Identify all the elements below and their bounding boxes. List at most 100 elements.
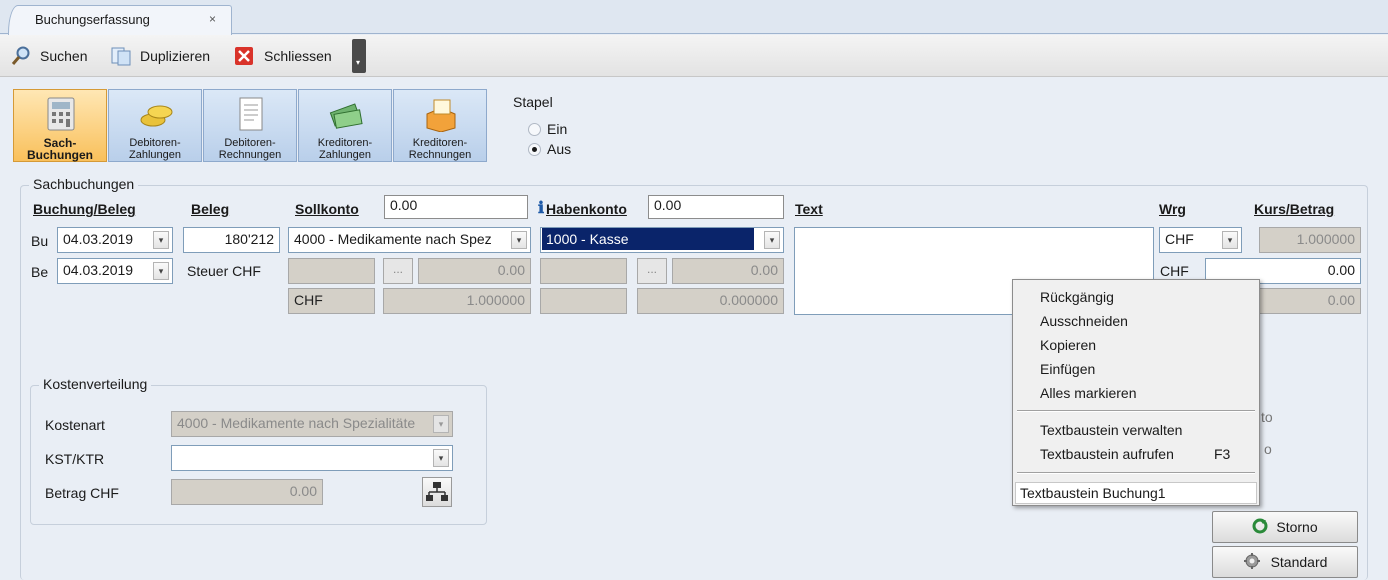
module-label-2: Zahlungen (129, 149, 181, 161)
header-beleg: Beleg (191, 201, 230, 217)
gear-icon (1243, 552, 1263, 573)
header-buchung-beleg: Buchung/Beleg (33, 201, 136, 217)
chevron-down-icon[interactable]: ▾ (433, 449, 449, 467)
header-habenkonto: Habenkonto (546, 201, 627, 217)
module-sachbuchungen[interactable]: Sach- Buchungen (13, 89, 107, 162)
row-be-label: Be (31, 264, 49, 280)
buchung-date-field[interactable]: 04.03.2019 ▾ (57, 227, 173, 253)
kst-select[interactable]: ▾ (171, 445, 453, 471)
toolbar-overflow-handle[interactable]: ▾ (352, 39, 366, 73)
standard-label: Standard (1270, 554, 1328, 570)
module-label-1: Kreditoren- (412, 137, 468, 149)
header-kurs-betrag: Kurs/Betrag (1254, 201, 1335, 217)
search-label: Suchen (40, 48, 88, 64)
steuer-label: Steuer CHF (187, 263, 261, 279)
row-bu-label: Bu (31, 233, 49, 249)
info-icon: ℹ (538, 200, 545, 217)
buchung-date-value: 04.03.2019 (63, 231, 134, 247)
duplicate-label: Duplizieren (140, 48, 211, 64)
header-wrg: Wrg (1159, 201, 1186, 217)
kostenverteilung-title: Kostenverteilung (39, 376, 152, 392)
invoice-box-icon (424, 96, 458, 133)
menu-item-cut[interactable]: Ausschneiden (1040, 313, 1128, 329)
invoice-icon (234, 96, 268, 132)
chevron-down-icon[interactable]: ▾ (511, 231, 527, 249)
module-kreditoren-zahlungen[interactable]: Kreditoren- Zahlungen (298, 89, 392, 162)
section-title: Sachbuchungen (29, 176, 139, 192)
stapel-ein-radio[interactable] (528, 123, 541, 136)
menu-item-paste[interactable]: Einfügen (1040, 361, 1095, 377)
module-label-2: Zahlungen (319, 149, 371, 161)
chevron-down-icon[interactable]: ▾ (764, 231, 780, 249)
stapel-aus-label: Aus (547, 141, 572, 157)
header-sollkonto: Sollkonto (295, 201, 359, 217)
close-label: Schliessen (264, 48, 332, 64)
chevron-down-icon[interactable]: ▾ (153, 231, 169, 249)
soll-tax-amount: 0.00 (418, 258, 531, 284)
soll-currency-field: CHF (288, 288, 375, 314)
soll-tax-lookup-button[interactable]: ... (383, 258, 413, 284)
soll-tax-code (288, 258, 375, 284)
distribution-button[interactable] (422, 477, 452, 507)
menu-item-manage-snippets[interactable]: Textbaustein verwalten (1040, 422, 1182, 438)
search-icon (10, 46, 32, 66)
menu-separator (1017, 472, 1255, 474)
calculator-icon (44, 96, 78, 132)
storno-label: Storno (1276, 519, 1318, 535)
module-debitoren-zahlungen[interactable]: Debitoren- Zahlungen (108, 89, 202, 162)
tab-close-icon[interactable]: × (209, 12, 216, 26)
storno-icon (1252, 518, 1268, 537)
haben-tax-code (540, 258, 627, 284)
module-label-2: Buchungen (27, 148, 93, 162)
kst-label: KST/KTR (45, 451, 105, 467)
hidden-label-a: to (1261, 409, 1273, 425)
duplicate-button[interactable]: Duplizieren (110, 45, 210, 67)
menu-item-copy[interactable]: Kopieren (1040, 337, 1096, 353)
haben-rate-field: 0.000000 (637, 288, 784, 314)
tab-buchungserfassung[interactable]: Buchungserfassung × (8, 5, 232, 35)
menu-item-insert-snippet[interactable]: Textbaustein aufrufen (1040, 446, 1174, 462)
right-value-field: 0.00 (1259, 288, 1361, 314)
module-label-2: Rechnungen (408, 149, 472, 161)
kostenart-select: 4000 - Medikamente nach Spezialitäte ▾ (171, 411, 453, 437)
coins-icon (139, 96, 173, 132)
standard-button[interactable]: Standard (1212, 546, 1358, 578)
module-debitoren-rechnungen[interactable]: Debitoren- Rechnungen (203, 89, 297, 162)
module-label-1: Kreditoren- (317, 137, 373, 149)
storno-button[interactable]: Storno (1212, 511, 1358, 543)
menu-item-select-all[interactable]: Alles markieren (1040, 385, 1136, 401)
context-menu: Rückgängig Ausschneiden Kopieren Einfüge… (1012, 279, 1260, 506)
betrag-chf-label: Betrag CHF (45, 485, 119, 501)
stapel-ein-label: Ein (547, 121, 568, 137)
sollkonto-value: 4000 - Medikamente nach Spez (294, 231, 492, 247)
beleg-date-field[interactable]: 04.03.2019 ▾ (57, 258, 173, 284)
module-label-1: Debitoren- (129, 137, 181, 149)
module-label-2: Rechnungen (218, 149, 282, 161)
haben-currency-field (540, 288, 627, 314)
sollkonto-select[interactable]: 4000 - Medikamente nach Spez ▾ (288, 227, 531, 253)
chevron-down-icon[interactable]: ▾ (1222, 231, 1238, 249)
habenkonto-value: 1000 - Kasse (542, 228, 754, 250)
sollkonto-total: 0.00 (384, 195, 528, 219)
chevron-down-icon[interactable]: ▾ (153, 262, 169, 280)
duplicate-icon (110, 46, 132, 66)
search-button[interactable]: Suchen (10, 45, 87, 67)
haben-tax-lookup-button[interactable]: ... (637, 258, 667, 284)
kostenart-value: 4000 - Medikamente nach Spezialitäte (177, 415, 416, 431)
haben-tax-amount: 0.00 (672, 258, 784, 284)
header-text: Text (795, 201, 823, 217)
menu-item-undo[interactable]: Rückgängig (1040, 289, 1114, 305)
menu-shortcut-f3: F3 (1214, 446, 1231, 462)
currency-select[interactable]: CHF ▾ (1159, 227, 1242, 253)
betrag-currency-label: CHF (1160, 263, 1189, 279)
snippet-entry[interactable]: Textbaustein Buchung1 (1015, 482, 1257, 504)
beleg-field[interactable]: 180'212 (183, 227, 280, 253)
close-button[interactable]: Schliessen (234, 45, 332, 67)
soll-rate-field: 1.000000 (383, 288, 531, 314)
betrag-chf-field: 0.00 (171, 479, 323, 505)
habenkonto-select[interactable]: 1000 - Kasse ▾ (540, 227, 784, 253)
module-kreditoren-rechnungen[interactable]: Kreditoren- Rechnungen (393, 89, 487, 162)
stapel-aus-radio[interactable] (528, 143, 541, 156)
kurs-field: 1.000000 (1259, 227, 1361, 253)
stapel-label: Stapel (513, 94, 553, 110)
